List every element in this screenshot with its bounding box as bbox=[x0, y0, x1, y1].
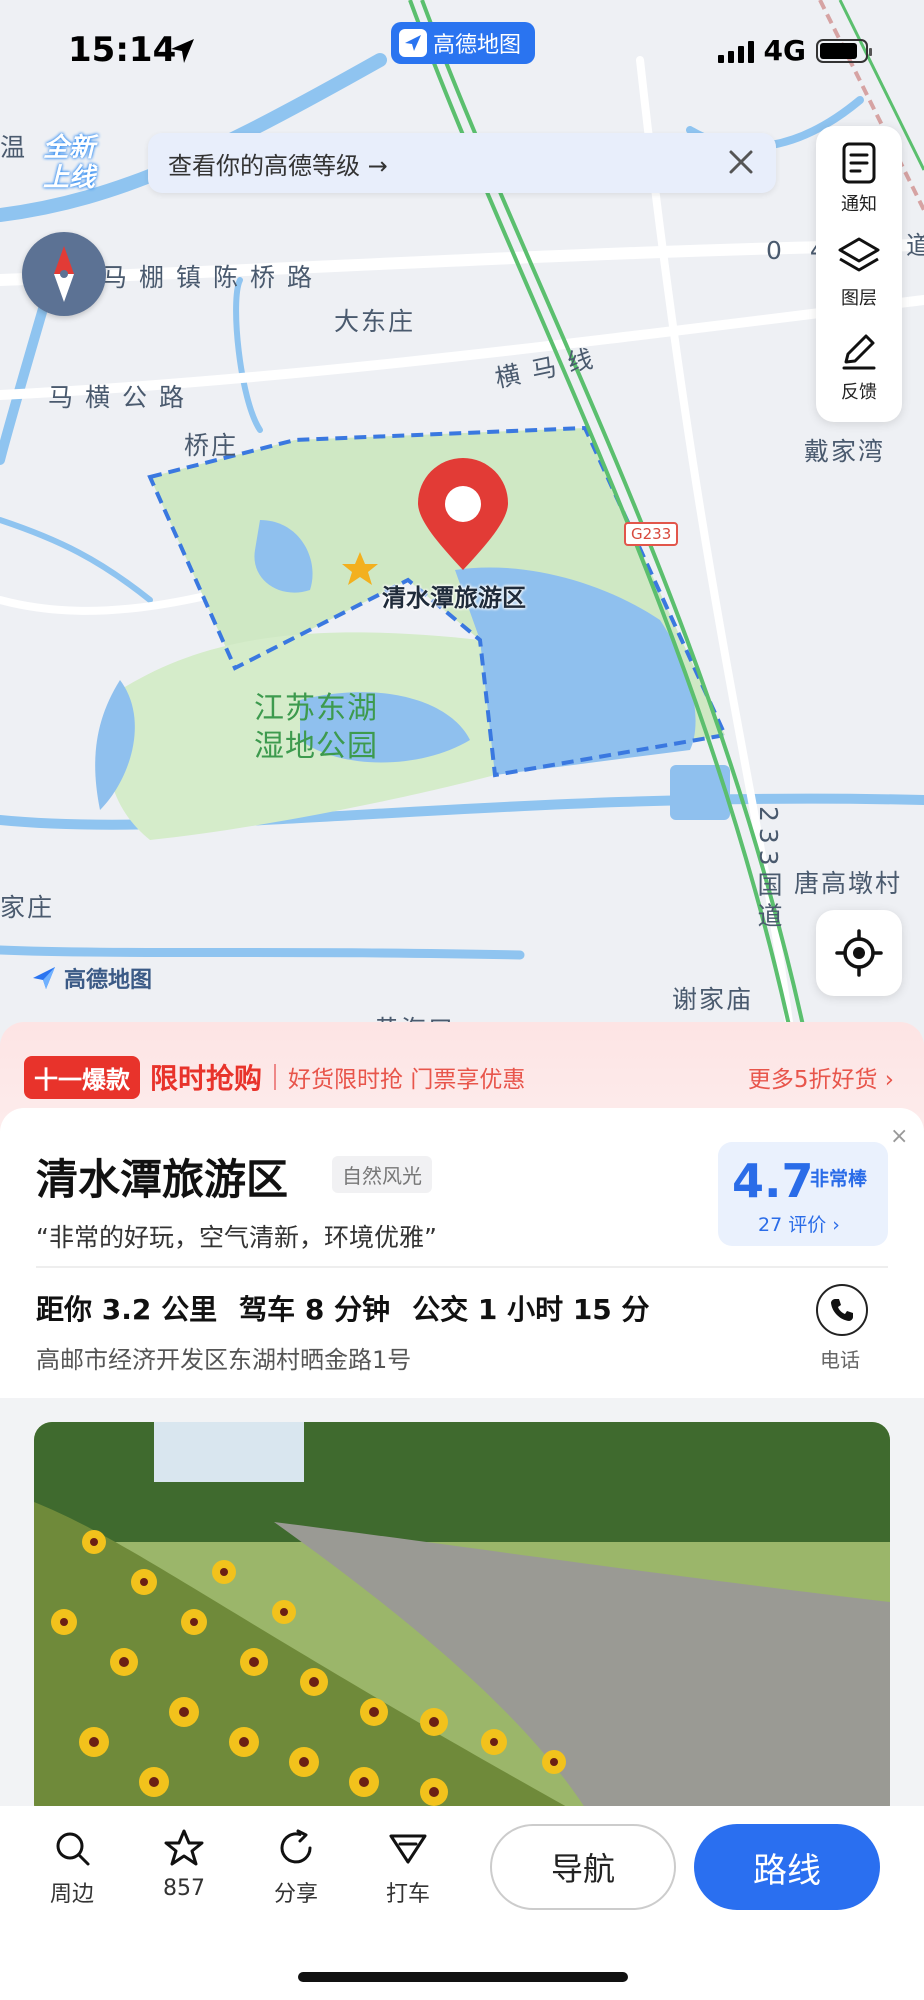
rating-score: 4.7 bbox=[732, 1154, 814, 1208]
distance-line: 距你 3.2 公里 驾车 8 分钟 公交 1 小时 15 分 bbox=[36, 1288, 650, 1328]
close-icon[interactable] bbox=[726, 147, 756, 177]
navigate-button[interactable]: 导航 bbox=[490, 1824, 676, 1910]
nearby-button[interactable]: 周边 bbox=[32, 1828, 112, 1908]
map-label-daijiawan: 戴家湾 bbox=[804, 437, 886, 466]
amap-logo-icon bbox=[399, 29, 427, 57]
distance: 距你 3.2 公里 bbox=[36, 1293, 218, 1326]
favorite-button[interactable]: 857 bbox=[144, 1828, 224, 1901]
map-side-toolbar: 通知 图层 反馈 bbox=[816, 126, 902, 422]
promo-subtitle: 好货限时抢 门票享优惠 bbox=[288, 1067, 526, 1093]
star-icon bbox=[164, 1829, 204, 1866]
home-indicator bbox=[298, 1972, 628, 1982]
share-button[interactable]: 分享 bbox=[256, 1828, 336, 1908]
poi-photo-image bbox=[34, 1422, 890, 1822]
status-indicators: 4G bbox=[717, 34, 872, 67]
map-label-xiejiamiao: 谢家庙 bbox=[672, 985, 754, 1014]
compass-button[interactable] bbox=[22, 232, 106, 316]
drive-time: 驾车 8 分钟 bbox=[239, 1293, 391, 1326]
bus-time: 公交 1 小时 15 分 bbox=[412, 1293, 650, 1326]
tool-layers-label: 图层 bbox=[841, 288, 877, 309]
amap-logo-icon bbox=[33, 967, 55, 989]
card-close-icon[interactable]: × bbox=[890, 1124, 908, 1149]
map-road-badge-g233: G233 bbox=[624, 522, 679, 546]
location-arrow-icon bbox=[171, 39, 194, 63]
share-label: 分享 bbox=[273, 1882, 318, 1907]
favorite-count: 857 bbox=[163, 1876, 205, 1901]
brand-name: 高德地图 bbox=[433, 33, 522, 58]
new-badge-line: 上线 bbox=[42, 163, 95, 193]
new-badge-line: 全新 bbox=[42, 133, 95, 163]
nearby-label: 周边 bbox=[49, 1882, 94, 1907]
map-label-dadongzhuang: 大东庄 bbox=[334, 307, 416, 336]
phone-label: 电话 bbox=[820, 1348, 860, 1372]
promo-tag: 十一爆款 bbox=[24, 1055, 140, 1099]
poi-name: 清水潭旅游区 bbox=[36, 1155, 289, 1204]
map-label-park: 江苏东湖 湿地公园 bbox=[254, 691, 378, 764]
new-feature-badge[interactable]: 全新 上线 bbox=[28, 126, 110, 202]
compass-icon bbox=[54, 246, 74, 302]
taxi-icon bbox=[389, 1834, 427, 1864]
map-watermark: 高德地图 bbox=[30, 962, 152, 994]
map-label-dao: 道 bbox=[906, 231, 924, 260]
status-time: 15:14 bbox=[68, 30, 177, 70]
battery-icon bbox=[816, 38, 872, 63]
card-divider bbox=[36, 1266, 888, 1268]
poi-quote: “非常的好玩，空气清新，环境优雅” bbox=[36, 1223, 437, 1252]
review-count[interactable]: 27 评价 › bbox=[758, 1210, 840, 1237]
search-icon bbox=[56, 1832, 90, 1866]
tool-notice[interactable]: 通知 bbox=[816, 140, 902, 234]
level-banner-text: 查看你的高德等级 → bbox=[168, 151, 388, 180]
rating-box[interactable]: 4.7 非常棒 27 评价 › bbox=[718, 1142, 888, 1246]
brand-pill[interactable]: 高德地图 bbox=[391, 22, 536, 64]
phone-icon bbox=[831, 1299, 853, 1321]
promo-more-link[interactable]: 更多5折好货 › bbox=[748, 1060, 894, 1094]
poi-category: 自然风光 bbox=[332, 1156, 432, 1193]
map-label-road-machengpeng: 马棚镇陈桥路 bbox=[102, 263, 325, 292]
map-label-jiazhuang: 家庄 bbox=[0, 893, 55, 922]
taxi-label: 打车 bbox=[385, 1882, 430, 1907]
poi-address: 高邮市经济开发区东湖村晒金路1号 bbox=[36, 1346, 412, 1374]
level-banner[interactable]: 查看你的高德等级 → bbox=[148, 133, 776, 193]
rating-word: 非常棒 bbox=[810, 1168, 868, 1190]
route-button[interactable]: 路线 bbox=[694, 1824, 880, 1910]
tool-notice-label: 通知 bbox=[841, 194, 877, 215]
network-type: 4G bbox=[763, 34, 806, 67]
tool-feedback[interactable]: 反馈 bbox=[816, 328, 902, 422]
map-label-wen: 温 bbox=[0, 133, 28, 162]
map-label-mahenggonglu: 马横公路 bbox=[48, 383, 197, 412]
signal-icon bbox=[717, 39, 754, 63]
promo-divider bbox=[274, 1064, 277, 1090]
notice-icon bbox=[842, 142, 876, 184]
locate-me-button[interactable] bbox=[816, 910, 902, 996]
locate-icon bbox=[835, 929, 883, 977]
promo-title: 限时抢购 bbox=[150, 1062, 263, 1095]
phone-button[interactable] bbox=[816, 1284, 868, 1336]
layers-icon bbox=[838, 237, 880, 272]
tool-feedback-label: 反馈 bbox=[841, 382, 877, 403]
map-poi-label[interactable]: 清水潭旅游区 bbox=[382, 578, 526, 613]
poi-photo[interactable] bbox=[34, 1422, 890, 1822]
map-label-qiaozhuang: 桥庄 bbox=[184, 431, 239, 460]
location-pin-icon[interactable] bbox=[413, 458, 513, 578]
tool-layers[interactable]: 图层 bbox=[816, 234, 902, 328]
watermark-text: 高德地图 bbox=[64, 968, 153, 993]
battery-level bbox=[820, 42, 858, 59]
share-icon bbox=[280, 1829, 312, 1864]
map-label-guodao: 233国道 bbox=[754, 806, 783, 934]
map-label-tanggaodun: 唐高墩村 bbox=[794, 869, 903, 898]
feedback-icon bbox=[842, 334, 876, 370]
taxi-button[interactable]: 打车 bbox=[368, 1828, 448, 1908]
